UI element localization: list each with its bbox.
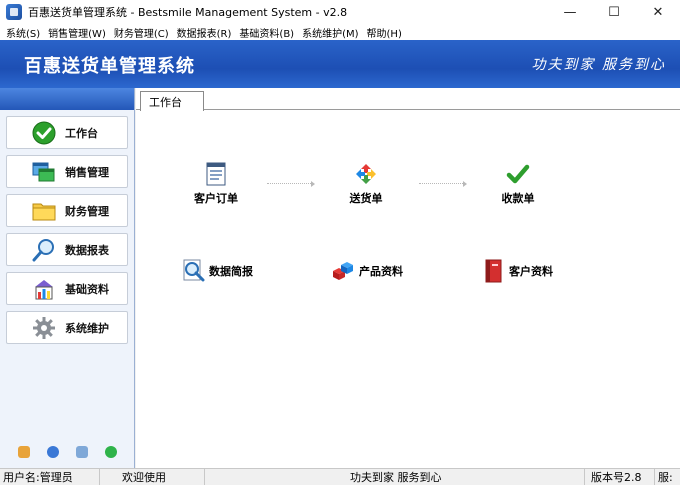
sidebar-item-basic-data[interactable]: 基础资料 (6, 272, 128, 305)
magnifier-icon (31, 238, 57, 262)
menu-reports[interactable]: 数据报表(R) (173, 25, 236, 40)
tile-label: 客户订单 (194, 192, 238, 205)
flow-arrow (419, 181, 467, 187)
receipt-tile[interactable]: 收款单 (493, 162, 543, 206)
status-user: 用户名:管理员 (0, 468, 100, 485)
menu-basic-data[interactable]: 基础资料(B) (235, 25, 298, 40)
sidebar: 工作台 销售管理 财务管理 数据报表 基础资料 系统维护 (0, 88, 135, 468)
menu-help[interactable]: 帮助(H) (363, 25, 406, 40)
tab-workbench[interactable]: 工作台 (140, 91, 204, 111)
title-bar: 百惠送货单管理系统 - Bestsmile Management System … (0, 0, 680, 24)
key-icon[interactable] (18, 446, 31, 458)
data-brief-tile[interactable]: 数据简报 (181, 259, 253, 283)
sidebar-item-label: 财务管理 (65, 204, 109, 218)
windows-icon (31, 160, 57, 184)
menu-finance[interactable]: 财务管理(C) (110, 25, 173, 40)
menu-maintenance[interactable]: 系统维护(M) (298, 25, 362, 40)
flow-arrow (267, 181, 315, 187)
sidebar-header (0, 88, 134, 110)
customer-data-tile[interactable]: 客户资料 (481, 259, 553, 283)
cubes-icon (331, 259, 355, 283)
sidebar-item-finance[interactable]: 财务管理 (6, 194, 128, 227)
product-data-tile[interactable]: 产品资料 (331, 259, 403, 283)
window-controls: — ☐ ✕ (548, 0, 680, 24)
status-extra: 服: (658, 471, 673, 484)
status-version: 版本号2.8 (585, 468, 655, 485)
sidebar-item-label: 数据报表 (65, 243, 109, 257)
gear-icon (31, 316, 57, 340)
check-circle-icon (31, 121, 57, 145)
green-check-icon (506, 162, 530, 186)
sidebar-item-label: 工作台 (65, 126, 98, 140)
status-slogan: 功夫到家 服务到心 (205, 468, 585, 485)
clock-icon[interactable] (47, 446, 60, 458)
sidebar-item-reports[interactable]: 数据报表 (6, 233, 128, 266)
header-banner: 百惠送货单管理系统 功夫到家 服务到心 (0, 40, 680, 88)
window-title: 百惠送货单管理系统 - Bestsmile Management System … (28, 6, 348, 19)
red-book-icon (481, 259, 505, 283)
exit-icon[interactable] (104, 446, 117, 458)
app-name: 百惠送货单管理系统 (24, 56, 195, 77)
folder-icon (31, 199, 57, 223)
tile-label: 产品资料 (359, 265, 403, 278)
sidebar-item-sales[interactable]: 销售管理 (6, 155, 128, 188)
minimize-button[interactable]: — (548, 0, 592, 24)
app-icon (6, 4, 22, 20)
work-area: 工作台 客户订单 送货单 收款单 数据简报 产品资料 客户资料 (136, 88, 680, 468)
sidebar-toolbar (0, 446, 135, 458)
sidebar-item-maintenance[interactable]: 系统维护 (6, 311, 128, 344)
recycle-arrows-icon (354, 162, 378, 186)
tile-label: 客户资料 (509, 265, 553, 278)
tile-label: 数据简报 (209, 265, 253, 278)
menu-sales[interactable]: 销售管理(W) (44, 25, 110, 40)
report-magnifier-icon (181, 259, 205, 283)
customer-order-tile[interactable]: 客户订单 (191, 162, 241, 206)
sidebar-item-label: 系统维护 (65, 321, 109, 335)
delivery-note-tile[interactable]: 送货单 (341, 162, 391, 206)
sidebar-item-workbench[interactable]: 工作台 (6, 116, 128, 149)
menu-bar: 系统(S) 销售管理(W) 财务管理(C) 数据报表(R) 基础资料(B) 系统… (0, 24, 680, 40)
banner-slogan: 功夫到家 服务到心 (531, 57, 666, 73)
tile-label: 送货单 (349, 192, 383, 205)
sidebar-item-label: 基础资料 (65, 282, 109, 296)
building-chart-icon (31, 277, 57, 301)
search-screen-icon[interactable] (75, 446, 88, 458)
close-button[interactable]: ✕ (636, 0, 680, 24)
menu-system[interactable]: 系统(S) (2, 25, 44, 40)
sidebar-item-label: 销售管理 (65, 165, 109, 179)
tile-label: 收款单 (501, 192, 535, 205)
status-welcome: 欢迎使用 (100, 468, 205, 485)
sidebar-nav: 工作台 销售管理 财务管理 数据报表 基础资料 系统维护 (0, 110, 134, 344)
status-bar: 用户名:管理员 欢迎使用 功夫到家 服务到心 版本号2.8 服: (0, 468, 680, 485)
maximize-button[interactable]: ☐ (592, 0, 636, 24)
tab-strip: 工作台 (136, 88, 680, 111)
document-icon (204, 162, 228, 186)
